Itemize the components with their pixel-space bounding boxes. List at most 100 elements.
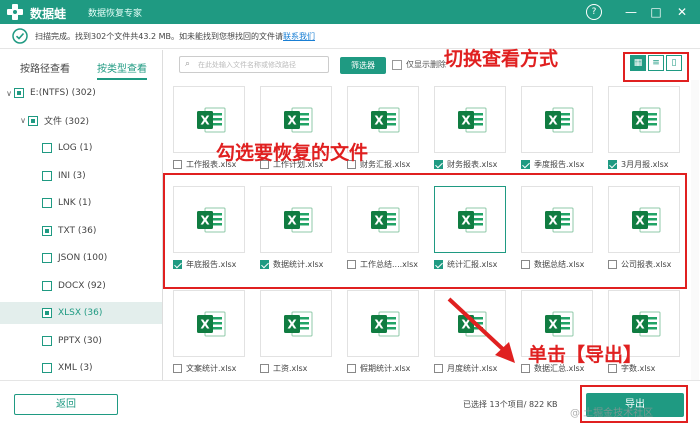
tree-item[interactable]: ∨ E:(NTFS) (302) bbox=[0, 82, 162, 104]
file-thumbnail[interactable]: X bbox=[521, 86, 593, 153]
tree-item-checkbox[interactable] bbox=[42, 170, 52, 181]
app-logo-icon bbox=[7, 4, 23, 20]
excel-file-icon: X bbox=[458, 107, 487, 133]
svg-text:X: X bbox=[635, 318, 645, 332]
excel-file-icon: X bbox=[545, 107, 574, 133]
tree-item-checkbox[interactable] bbox=[42, 335, 52, 346]
deleted-only-checkbox[interactable] bbox=[392, 60, 402, 70]
watermark: @ 土掘金技术社区 bbox=[570, 408, 654, 419]
file-checkbox[interactable] bbox=[608, 159, 617, 169]
excel-file-icon: X bbox=[284, 107, 313, 133]
app-name: 数据蛙 bbox=[30, 7, 67, 21]
tree-item-checkbox[interactable] bbox=[42, 308, 52, 318]
title-bar: 数据蛙 数据恢复专家 ? — □ ✕ bbox=[0, 0, 700, 24]
tree-item[interactable]: LNK (1) bbox=[0, 192, 162, 214]
file-checkbox[interactable] bbox=[173, 159, 182, 169]
file-checkbox[interactable] bbox=[434, 363, 443, 373]
file-thumbnail[interactable]: X bbox=[347, 290, 419, 357]
sidebar: 按路径查看 按类型查看 ∨ E:(NTFS) (302) ∨ 文件 (302) LOG … bbox=[0, 50, 163, 380]
svg-text:X: X bbox=[200, 318, 210, 332]
file-item[interactable]: 3月月报.xlsx bbox=[608, 158, 669, 170]
tree-item[interactable]: ∨ 文件 (302) bbox=[0, 110, 162, 132]
file-item[interactable]: 工资.xlsx bbox=[260, 362, 307, 374]
file-item[interactable]: 假期统计.xlsx bbox=[347, 362, 410, 374]
tree-item-checkbox[interactable] bbox=[14, 88, 24, 98]
tree-item-checkbox[interactable] bbox=[42, 363, 52, 373]
svg-text:X: X bbox=[287, 318, 297, 332]
file-item[interactable]: 文案统计.xlsx bbox=[173, 362, 236, 374]
tree-item[interactable]: DOCX (92) bbox=[0, 275, 162, 297]
annotation-select-files: 勾选要恢复的文件 bbox=[216, 142, 369, 164]
annotation-click-export: 单击【导出】 bbox=[528, 344, 643, 366]
excel-file-icon: X bbox=[197, 311, 226, 337]
tree-item-checkbox[interactable] bbox=[28, 115, 38, 126]
tree-item[interactable]: JSON (100) bbox=[0, 247, 162, 269]
selection-summary: 已选择 13个项目/ 822 KB bbox=[463, 400, 558, 409]
file-checkbox[interactable] bbox=[434, 159, 443, 169]
tree-item[interactable]: LOG (1) bbox=[0, 137, 162, 159]
red-arrow-icon bbox=[447, 297, 515, 363]
tree-item-label: TXT (36) bbox=[58, 225, 97, 236]
tree-item-checkbox[interactable] bbox=[42, 143, 52, 153]
excel-file-icon: X bbox=[545, 311, 574, 337]
file-checkbox[interactable] bbox=[521, 159, 530, 169]
tab-by-type[interactable]: 按类型查看 bbox=[97, 60, 147, 80]
tree-item-checkbox[interactable] bbox=[42, 198, 52, 208]
tree-item[interactable]: XLSX (36) bbox=[0, 302, 162, 324]
tab-by-path[interactable]: 按路径查看 bbox=[20, 60, 70, 75]
filter-button[interactable]: 筛选器 bbox=[340, 57, 386, 74]
maximize-icon[interactable]: □ bbox=[648, 4, 664, 20]
svg-text:X: X bbox=[548, 114, 558, 128]
scan-result-message: 扫描完成。找到302个文件共43.2 MB。如未能找到您想找回的文件请 bbox=[35, 32, 284, 41]
search-input[interactable]: ⌕ 在此处输入文件名称或修改路径 bbox=[179, 56, 329, 73]
excel-file-icon: X bbox=[371, 311, 400, 337]
tree-item-label: LNK (1) bbox=[58, 198, 92, 208]
file-checkbox[interactable] bbox=[347, 363, 356, 373]
app-subtitle: 数据恢复专家 bbox=[88, 9, 143, 19]
view-mode-highlight-box bbox=[623, 52, 689, 82]
tree-item[interactable]: TXT (36) bbox=[0, 220, 162, 242]
tree-item-label: JSON (100) bbox=[58, 253, 108, 263]
check-circle-icon bbox=[12, 28, 28, 44]
file-name: 季度报告.xlsx bbox=[534, 159, 585, 169]
svg-text:X: X bbox=[548, 318, 558, 332]
file-name: 工资.xlsx bbox=[273, 363, 308, 373]
tree-item[interactable]: INI (3) bbox=[0, 165, 162, 187]
file-thumbnail[interactable]: X bbox=[608, 86, 680, 153]
chevron-down-icon[interactable]: ∨ bbox=[4, 89, 14, 98]
excel-file-icon: X bbox=[371, 107, 400, 133]
file-checkbox[interactable] bbox=[173, 363, 182, 373]
question-icon[interactable]: ? bbox=[586, 4, 602, 20]
tree-item-label: DOCX (92) bbox=[58, 280, 106, 291]
file-name: 文案统计.xlsx bbox=[186, 363, 237, 373]
file-checkbox[interactable] bbox=[260, 363, 269, 373]
file-thumbnail[interactable]: X bbox=[260, 290, 332, 357]
file-thumbnail[interactable]: X bbox=[434, 86, 506, 153]
scrollbar[interactable] bbox=[691, 80, 699, 380]
tree-item-checkbox[interactable] bbox=[42, 225, 52, 236]
contact-us-link[interactable]: 联系我们 bbox=[283, 32, 315, 41]
chevron-down-icon[interactable]: ∨ bbox=[18, 116, 28, 125]
tree-item-checkbox[interactable] bbox=[42, 280, 52, 291]
excel-file-icon: X bbox=[632, 311, 661, 337]
close-icon[interactable]: ✕ bbox=[674, 4, 690, 20]
minimize-icon[interactable]: — bbox=[623, 4, 639, 20]
search-placeholder: 在此处输入文件名称或修改路径 bbox=[198, 61, 296, 69]
tree-item-label: XML (3) bbox=[58, 363, 93, 373]
tree-item-checkbox[interactable] bbox=[42, 253, 52, 263]
svg-text:X: X bbox=[461, 114, 471, 128]
tree-item-label: 文件 (302) bbox=[44, 117, 90, 127]
file-item[interactable]: 季度报告.xlsx bbox=[521, 158, 584, 170]
back-button[interactable]: 返回 bbox=[14, 394, 118, 415]
tree-item[interactable]: XML (3) bbox=[0, 357, 162, 379]
tree-item-label: XLSX (36) bbox=[58, 308, 103, 318]
file-name: 假期统计.xlsx bbox=[360, 363, 411, 373]
svg-text:X: X bbox=[374, 114, 384, 128]
file-item[interactable]: 财务报表.xlsx bbox=[434, 158, 497, 170]
file-thumbnail[interactable]: X bbox=[173, 290, 245, 357]
svg-text:X: X bbox=[374, 318, 384, 332]
tree-item[interactable]: PPTX (30) bbox=[0, 330, 162, 352]
toolbar: ⌕ 在此处输入文件名称或修改路径 筛选器 仅显示删除 ▦ ≡ ▯ bbox=[164, 50, 700, 78]
file-name: 财务报表.xlsx bbox=[447, 159, 498, 169]
file-name: 3月月报.xlsx bbox=[621, 159, 669, 169]
